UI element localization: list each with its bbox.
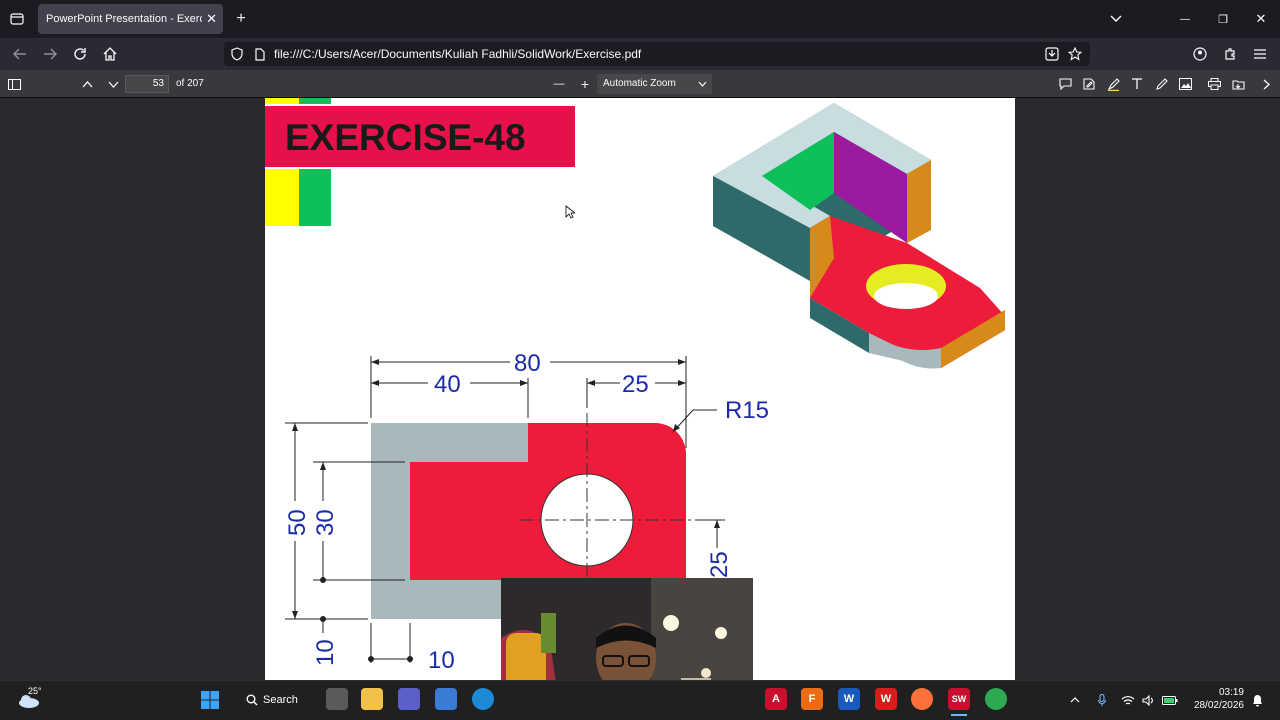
- previous-page-icon[interactable]: [78, 75, 96, 93]
- draw-icon[interactable]: [1152, 75, 1170, 93]
- microphone-icon[interactable]: [1094, 692, 1110, 708]
- shield-icon[interactable]: [228, 45, 246, 63]
- chevron-down-icon: [698, 81, 707, 87]
- acrobat-icon[interactable]: A: [765, 688, 787, 710]
- teams-icon[interactable]: [398, 688, 420, 710]
- tab-active[interactable]: PowerPoint Presentation - Exercise.pdf ✕: [38, 4, 223, 34]
- reload-icon[interactable]: [70, 44, 90, 64]
- yellow-block: [265, 169, 299, 226]
- extensions-icon[interactable]: [1221, 45, 1239, 63]
- image-icon[interactable]: [1176, 75, 1194, 93]
- dim-50: 50: [284, 509, 311, 536]
- dim-r15: R15: [725, 397, 769, 424]
- volume-icon[interactable]: [1140, 692, 1156, 708]
- dim-30: 30: [312, 509, 339, 536]
- isometric-model: [713, 103, 1005, 369]
- dim-10-bottom: 10: [428, 647, 455, 674]
- tab-title: PowerPoint Presentation - Exercise.pdf: [46, 13, 202, 25]
- word-icon[interactable]: W: [838, 688, 860, 710]
- zoom-out-button[interactable]: —: [550, 75, 568, 93]
- wps-icon[interactable]: W: [875, 688, 897, 710]
- back-arrow-icon[interactable]: [10, 44, 30, 64]
- mouse-cursor-icon: [565, 205, 575, 219]
- dim-40: 40: [434, 371, 461, 398]
- dim-10-left: 10: [312, 639, 339, 666]
- wifi-icon[interactable]: [1120, 692, 1136, 708]
- zoom-select-value: Automatic Zoom: [603, 78, 676, 89]
- dim-25-top: 25: [622, 371, 649, 398]
- page-icon: [252, 45, 268, 63]
- solidworks-icon[interactable]: SW: [948, 688, 970, 710]
- clock-date: 28/02/2026: [1193, 700, 1244, 711]
- highlight-icon[interactable]: [1104, 75, 1122, 93]
- edge-icon[interactable]: [472, 688, 494, 710]
- active-app-indicator: [951, 714, 967, 716]
- task-view-icon[interactable]: [326, 688, 348, 710]
- account-icon[interactable]: [1191, 45, 1209, 63]
- home-icon[interactable]: [100, 44, 120, 64]
- green-block: [299, 169, 331, 226]
- taskbar-search[interactable]: Search: [246, 689, 306, 711]
- close-window-button[interactable]: ✕: [1252, 10, 1270, 28]
- maximize-button[interactable]: ❐: [1214, 10, 1232, 28]
- yellow-strip-top: [265, 98, 299, 104]
- dim-80: 80: [514, 350, 541, 377]
- zoom-in-button[interactable]: +: [576, 75, 594, 93]
- menu-hamburger-icon[interactable]: [1251, 45, 1269, 63]
- taskbar: [0, 680, 1280, 720]
- tab-overflow-chevron-icon[interactable]: [1106, 10, 1126, 28]
- chrome-icon[interactable]: [985, 688, 1007, 710]
- store-icon[interactable]: [435, 688, 457, 710]
- file-explorer-icon[interactable]: [361, 688, 383, 710]
- text-tool-icon[interactable]: [1128, 75, 1146, 93]
- page-count: of 207: [176, 78, 204, 89]
- minimize-button[interactable]: —: [1176, 10, 1194, 28]
- comment-icon[interactable]: [1056, 75, 1074, 93]
- tab-close-icon[interactable]: ✕: [206, 11, 217, 27]
- windows-start-icon[interactable]: [199, 689, 221, 711]
- page-number-input[interactable]: 53: [125, 75, 169, 93]
- fusion-icon[interactable]: F: [801, 688, 823, 710]
- search-label: Search: [263, 694, 298, 706]
- print-icon[interactable]: [1205, 75, 1223, 93]
- more-tools-chevron-icon[interactable]: [1257, 75, 1275, 93]
- download-icon[interactable]: [1043, 45, 1061, 63]
- weather-temp: 25°: [28, 686, 42, 696]
- system-clock[interactable]: 03:19 28/02/2026: [1188, 686, 1244, 712]
- search-icon: [246, 694, 258, 706]
- url-text: file:///C:/Users/Acer/Documents/Kuliah F…: [274, 47, 642, 61]
- save-icon[interactable]: [1229, 75, 1247, 93]
- clock-time: 03:19: [1218, 687, 1244, 698]
- battery-icon[interactable]: [1161, 692, 1179, 708]
- next-page-icon[interactable]: [104, 75, 122, 93]
- tab-list-icon[interactable]: [8, 11, 26, 27]
- sidebar-toggle-icon[interactable]: [5, 75, 23, 93]
- green-strip-top: [299, 98, 331, 104]
- bookmark-star-icon[interactable]: [1066, 45, 1084, 63]
- forward-arrow-icon[interactable]: [40, 44, 60, 64]
- dim-25-side: 25: [706, 551, 733, 578]
- notification-bell-icon[interactable]: [1249, 692, 1265, 708]
- new-tab-button[interactable]: +: [232, 10, 250, 28]
- firefox-icon[interactable]: [911, 688, 933, 710]
- exercise-title: EXERCISE-48: [285, 117, 526, 158]
- signature-icon[interactable]: [1080, 75, 1098, 93]
- tray-chevron-up-icon[interactable]: [1067, 692, 1083, 708]
- zoom-select[interactable]: Automatic Zoom: [597, 74, 712, 94]
